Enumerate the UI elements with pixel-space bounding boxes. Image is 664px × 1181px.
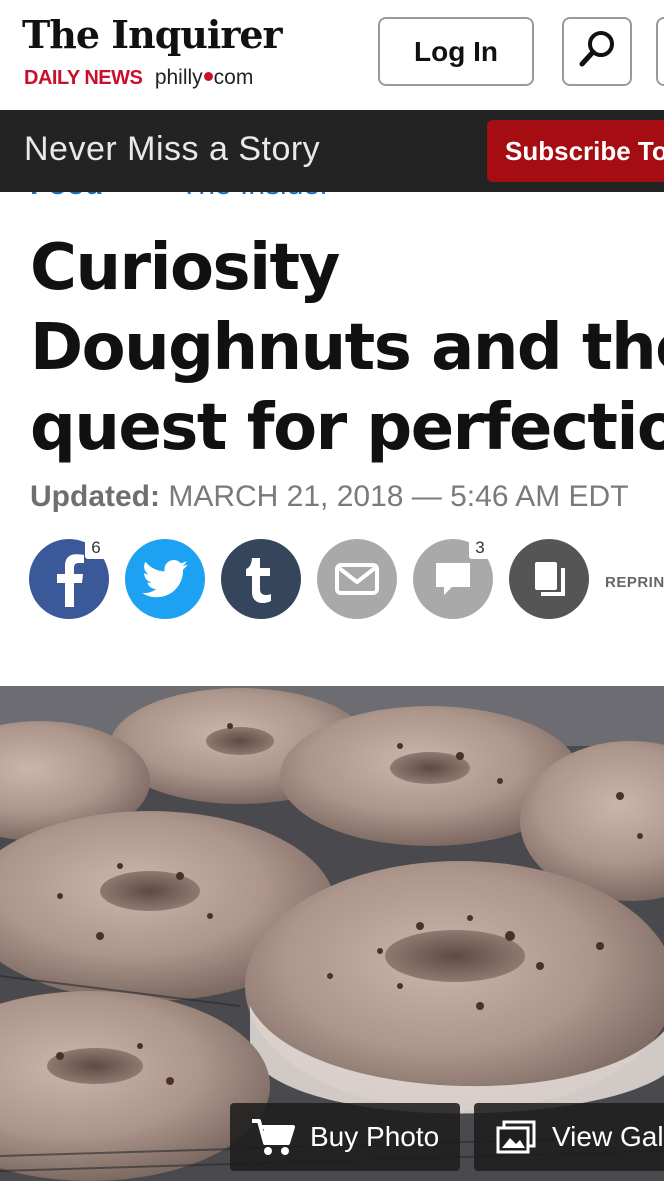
logo-com: com — [213, 66, 254, 89]
shopping-cart-icon — [252, 1119, 295, 1155]
site-header: The Inquirer DAILY NEWS philly com Log In — [0, 0, 664, 110]
subscribe-bar: Never Miss a Story Subscribe To — [0, 110, 664, 192]
facebook-share-count: 6 — [85, 537, 107, 559]
comment-bubble-icon — [436, 563, 470, 595]
twitter-share-button[interactable] — [125, 539, 205, 619]
subscribe-button[interactable]: Subscribe To — [487, 120, 664, 182]
comments-count: 3 — [469, 537, 491, 559]
envelope-icon — [335, 563, 379, 595]
logo-inquirer[interactable]: The Inquirer — [22, 12, 283, 57]
logo-daily-news: DAILY NEWS — [24, 67, 143, 89]
headline-line: quest for perfectio — [30, 391, 664, 465]
menu-button[interactable] — [656, 17, 664, 86]
search-icon — [575, 27, 619, 76]
reprints-link[interactable]: REPRINT — [605, 574, 664, 591]
comments-button[interactable]: 3 — [413, 537, 493, 619]
twitter-icon — [142, 560, 188, 598]
gallery-icon — [496, 1120, 536, 1154]
updated-label: Updated: — [30, 480, 160, 513]
breadcrumb-the-insider[interactable]: The Insider — [180, 192, 330, 202]
tumblr-share-button[interactable] — [221, 539, 301, 619]
facebook-share-button[interactable]: 6 — [29, 537, 109, 619]
facebook-icon — [57, 554, 84, 607]
email-share-button[interactable] — [317, 539, 397, 619]
buy-photo-button[interactable]: Buy Photo — [230, 1103, 460, 1171]
subscribe-promo-text: Never Miss a Story — [24, 130, 321, 168]
logo-subline[interactable]: DAILY NEWS philly com — [24, 66, 253, 90]
article-headline: Curiosity Doughnuts and the quest for pe… — [30, 228, 664, 468]
updated-timestamp: Updated: MARCH 21, 2018 — 5:46 AM EDT — [30, 480, 629, 514]
buy-photo-label: Buy Photo — [310, 1121, 440, 1152]
breadcrumb-food[interactable]: Food — [30, 192, 103, 202]
headline-line: Doughnuts and the — [30, 311, 664, 385]
view-gallery-label: View Gal — [552, 1121, 664, 1152]
copy-link-button[interactable] — [509, 539, 589, 619]
logo-philly: philly — [154, 66, 203, 89]
tumblr-icon — [246, 558, 271, 603]
headline-line: Curiosity — [30, 231, 340, 305]
logo-dot-icon — [203, 72, 213, 82]
breadcrumb: Food The Insider — [0, 192, 664, 202]
updated-value: MARCH 21, 2018 — 5:46 AM EDT — [168, 480, 629, 513]
search-button[interactable] — [562, 17, 632, 86]
copy-icon — [535, 562, 565, 596]
login-button[interactable]: Log In — [378, 17, 534, 86]
view-gallery-button[interactable]: View Gal — [474, 1103, 664, 1171]
